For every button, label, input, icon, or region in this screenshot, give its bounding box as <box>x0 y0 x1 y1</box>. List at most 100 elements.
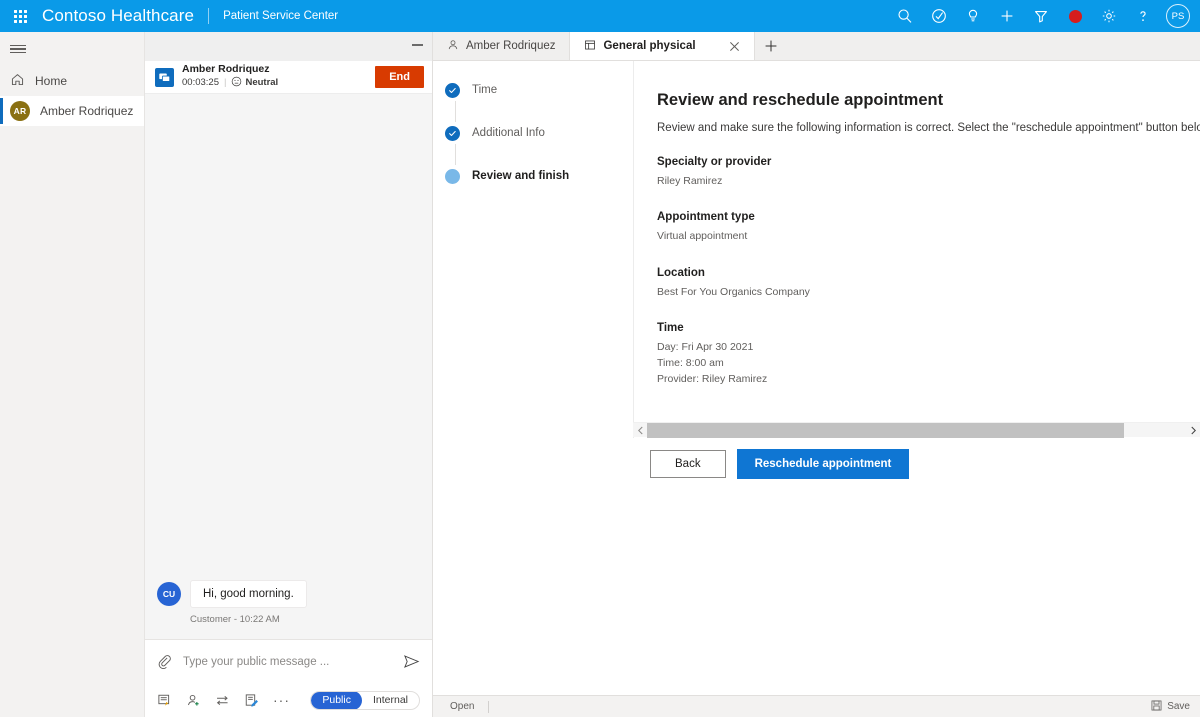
field-time: Time Day: Fri Apr 30 2021 Time: 8:00 am … <box>657 322 1200 388</box>
save-label: Save <box>1167 701 1190 712</box>
conversation-status: 00:03:25 | Neutral <box>182 76 278 91</box>
visibility-option-internal[interactable]: Internal <box>362 692 419 709</box>
field-value: Virtual appointment <box>657 230 748 243</box>
field-value: Riley Ramirez <box>657 175 723 187</box>
chevron-right-icon[interactable] <box>1186 423 1200 438</box>
minimize-icon[interactable] <box>402 32 432 58</box>
home-icon <box>10 72 25 90</box>
send-icon[interactable] <box>403 653 420 670</box>
sidebar-item-label: Amber Rodriquez <box>40 104 134 118</box>
field-appointment-type: Appointment type Virtual appointment <box>657 211 1200 244</box>
app-launcher-icon[interactable] <box>0 0 40 32</box>
transfer-icon[interactable] <box>215 693 230 708</box>
tab-amber-rodriquez[interactable]: Amber Rodriquez <box>433 32 571 60</box>
message-bubble: Hi, good morning. <box>190 580 307 608</box>
chevron-left-icon[interactable] <box>633 423 647 438</box>
message-input[interactable] <box>183 655 392 668</box>
end-conversation-button[interactable]: End <box>375 66 424 88</box>
add-agent-icon[interactable] <box>186 693 201 708</box>
record-icon[interactable] <box>1058 0 1092 32</box>
chat-panel: Amber Rodriquez 00:03:25 | Neutral End C… <box>145 32 433 717</box>
record-status: Open <box>450 701 475 712</box>
content-background <box>433 489 1200 695</box>
meta-divider: | <box>223 77 227 89</box>
wizard-stepper: Time Additional Info Review and finish <box>433 61 633 489</box>
assistant-icon[interactable] <box>922 0 956 32</box>
scrollbar-thumb[interactable] <box>647 422 1124 438</box>
check-icon <box>445 125 460 141</box>
tab-label: Amber Rodriquez <box>466 40 556 52</box>
step-time[interactable]: Time <box>445 79 633 101</box>
visibility-option-public[interactable]: Public <box>311 691 362 709</box>
sidebar-item-amber-rodriquez[interactable]: AR Amber Rodriquez <box>0 96 144 126</box>
avatar-initials: AR <box>13 106 27 116</box>
sidebar-item-label: Home <box>35 74 68 88</box>
user-avatar[interactable]: PS <box>1166 4 1190 28</box>
sentiment-label: Neutral <box>245 77 279 89</box>
check-icon <box>445 82 460 98</box>
step-label: Time <box>472 84 498 96</box>
avatar-initials: CU <box>162 589 176 599</box>
field-location: Location Best For You Organics Company <box>657 267 1200 300</box>
form-action-bar: Back Reschedule appointment <box>633 438 1200 489</box>
tab-general-physical[interactable]: General physical <box>570 32 755 60</box>
reschedule-appointment-button[interactable]: Reschedule appointment <box>736 448 910 479</box>
page-description: Review and make sure the following infor… <box>657 122 1200 134</box>
app-subtitle: Patient Service Center <box>223 10 339 22</box>
customer-name: Amber Rodriquez <box>182 63 270 75</box>
horizontal-scrollbar[interactable] <box>633 422 1200 438</box>
step-label: Additional Info <box>472 127 545 139</box>
neutral-face-icon <box>231 76 242 91</box>
contact-icon <box>447 39 459 54</box>
hamburger-icon[interactable] <box>0 32 144 66</box>
notes-icon[interactable] <box>244 693 259 708</box>
sidebar: Home AR Amber Rodriquez <box>0 32 145 717</box>
gear-icon[interactable] <box>1092 0 1126 32</box>
list-item: CU Hi, good morning. Customer - 10:22 AM <box>145 580 432 625</box>
app-title: Contoso Healthcare <box>42 6 195 25</box>
help-icon[interactable] <box>1126 0 1160 32</box>
top-bar-actions: PS <box>888 0 1200 32</box>
more-options-icon[interactable]: ··· <box>273 693 290 707</box>
tab-bar: Amber Rodriquez General physical <box>433 32 1200 61</box>
field-label: Specialty or provider <box>657 156 772 168</box>
close-icon[interactable] <box>729 41 740 52</box>
sidebar-item-home[interactable]: Home <box>0 66 144 96</box>
chat-icon <box>155 67 174 87</box>
step-additional-info[interactable]: Additional Info <box>445 101 633 144</box>
field-label: Location <box>657 266 705 279</box>
filter-icon[interactable] <box>1024 0 1058 32</box>
call-duration: 00:03:25 <box>182 77 219 89</box>
scrollbar-track[interactable] <box>647 422 1186 438</box>
title-divider <box>208 8 210 24</box>
tab-label: General physical <box>603 40 696 52</box>
save-button[interactable]: Save <box>1151 700 1190 714</box>
field-specialty-or-provider: Specialty or provider Riley Ramirez <box>657 156 1200 189</box>
new-tab-button[interactable] <box>755 32 787 60</box>
avatar: AR <box>10 101 30 121</box>
back-button[interactable]: Back <box>650 449 726 478</box>
conversation-header: Amber Rodriquez 00:03:25 | Neutral End <box>145 61 432 94</box>
step-label: Review and finish <box>472 170 570 182</box>
app-window: Contoso Healthcare Patient Service Cente… <box>0 0 1200 717</box>
status-bar: Open Save <box>433 695 1200 717</box>
message-visibility-toggle[interactable]: Public Internal <box>310 690 420 710</box>
field-label: Time <box>657 321 684 334</box>
form-icon <box>584 39 596 54</box>
page-title: Review and reschedule appointment <box>657 91 944 109</box>
message-composer: ··· Public Internal <box>145 639 432 717</box>
field-value: Day: Fri Apr 30 2021 Time: 8:00 am Provi… <box>657 340 768 386</box>
quick-replies-icon[interactable] <box>157 693 172 708</box>
step-review-and-finish[interactable]: Review and finish <box>445 144 633 187</box>
top-app-bar: Contoso Healthcare Patient Service Cente… <box>0 0 1200 32</box>
user-initials: PS <box>1171 10 1185 22</box>
field-value: Best For You Organics Company <box>657 285 810 298</box>
chat-transcript: CU Hi, good morning. Customer - 10:22 AM <box>145 94 432 639</box>
message-meta: Customer - 10:22 AM <box>190 614 280 625</box>
status-badge: Neutral <box>231 76 278 91</box>
paperclip-icon[interactable] <box>157 654 172 669</box>
plus-icon[interactable] <box>990 0 1024 32</box>
search-icon[interactable] <box>888 0 922 32</box>
lightbulb-icon[interactable] <box>956 0 990 32</box>
current-step-icon <box>445 168 460 184</box>
